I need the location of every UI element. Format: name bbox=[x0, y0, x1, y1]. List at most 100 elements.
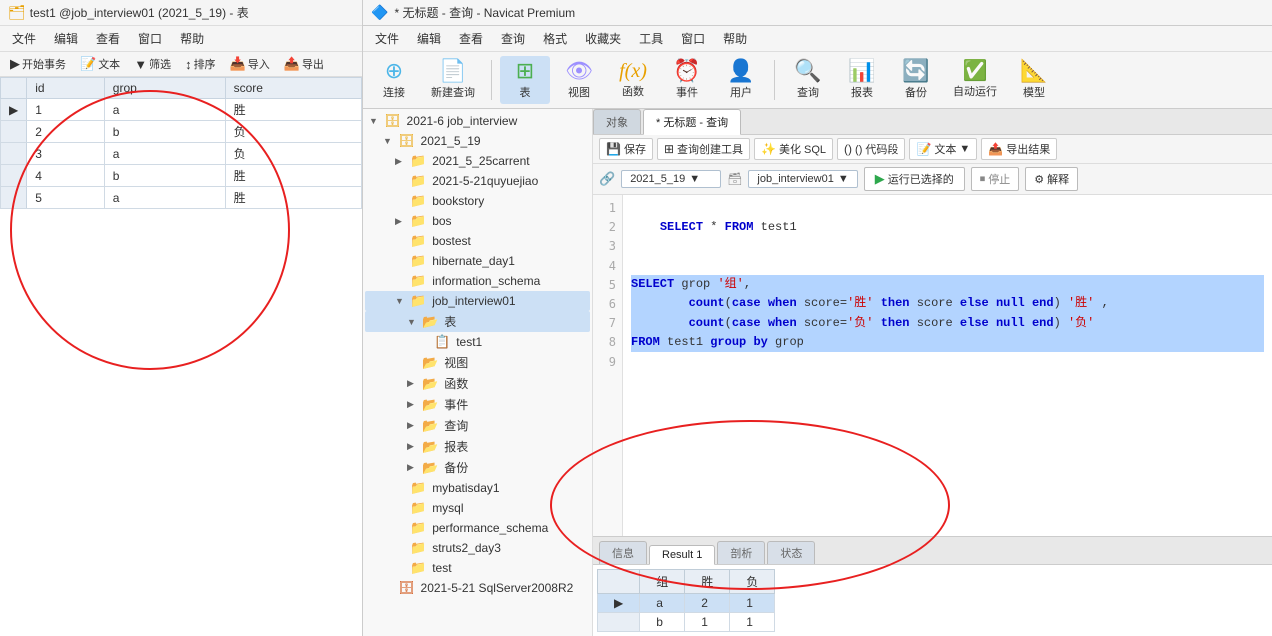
table-row[interactable]: b 1 1 bbox=[598, 613, 775, 632]
tab-object[interactable]: 对象 bbox=[593, 109, 641, 134]
toolbar-connect-btn[interactable]: ⊕ 连接 bbox=[369, 56, 419, 104]
result-col-lose[interactable]: 负 bbox=[730, 570, 775, 594]
tree-expander[interactable]: ▼ bbox=[383, 136, 395, 146]
tree-expander[interactable]: ▼ bbox=[395, 296, 407, 306]
result-col-win[interactable]: 胜 bbox=[685, 570, 730, 594]
cell-score[interactable]: 负 bbox=[225, 121, 361, 143]
nav-menu-query[interactable]: 查询 bbox=[493, 28, 533, 49]
cell-grop[interactable]: a bbox=[104, 187, 225, 209]
cell-score[interactable]: 负 bbox=[225, 143, 361, 165]
sort-btn[interactable]: ↕ 排序 bbox=[179, 54, 222, 74]
cell-id[interactable]: 4 bbox=[27, 165, 105, 187]
tree-expander[interactable]: ▼ bbox=[407, 317, 419, 327]
toolbar-view-btn[interactable]: 👁 视图 bbox=[554, 56, 604, 104]
tab-query[interactable]: * 无标题 - 查询 bbox=[643, 109, 741, 135]
left-menu-view[interactable]: 查看 bbox=[88, 28, 128, 49]
toolbar-autorun-btn[interactable]: ✅ 自动运行 bbox=[945, 57, 1005, 103]
table-row[interactable]: ▶ 1 a 胜 bbox=[1, 99, 362, 121]
tree-expander[interactable]: ▶ bbox=[395, 156, 407, 167]
cell-id[interactable]: 1 bbox=[27, 99, 105, 121]
cell-score[interactable]: 胜 bbox=[225, 99, 361, 121]
result-tab-result1[interactable]: Result 1 bbox=[649, 545, 715, 565]
table-row[interactable]: 5 a 胜 bbox=[1, 187, 362, 209]
col-header-grop[interactable]: grop bbox=[104, 78, 225, 99]
beautify-sql-btn[interactable]: ✨ 美化 SQL bbox=[754, 138, 833, 160]
table-row[interactable]: ▶ a 2 1 bbox=[598, 594, 775, 613]
sidebar-item[interactable]: ▼🗄2021_5_19 bbox=[365, 131, 590, 151]
cell-id[interactable]: 5 bbox=[27, 187, 105, 209]
cell-group[interactable]: a bbox=[640, 594, 685, 613]
toolbar-new-query-btn[interactable]: 📄 新建查询 bbox=[423, 56, 483, 104]
result-col-group[interactable]: 组 bbox=[640, 570, 685, 594]
sidebar-item[interactable]: ▶📂事件 bbox=[365, 394, 590, 415]
left-menu-edit[interactable]: 编辑 bbox=[46, 28, 86, 49]
toolbar-table-btn[interactable]: ⊞ 表 bbox=[500, 56, 550, 104]
run-selected-btn[interactable]: ▶ 运行已选择的 bbox=[864, 167, 965, 191]
sidebar-item[interactable]: 📁bookstory bbox=[365, 191, 590, 211]
toolbar-backup-btn[interactable]: 🔄 备份 bbox=[891, 56, 941, 104]
tree-expander[interactable]: ▼ bbox=[369, 116, 381, 126]
filter-btn[interactable]: ▼ 筛选 bbox=[128, 54, 177, 74]
result-tab-profile[interactable]: 剖析 bbox=[717, 541, 765, 564]
left-menu-file[interactable]: 文件 bbox=[4, 28, 44, 49]
toolbar-model-btn[interactable]: 📐 模型 bbox=[1009, 56, 1059, 104]
result-tab-status[interactable]: 状态 bbox=[767, 541, 815, 564]
sidebar-item[interactable]: 📁struts2_day3 bbox=[365, 538, 590, 558]
begin-transaction-btn[interactable]: ▶ 开始事务 bbox=[4, 54, 72, 74]
nav-menu-window[interactable]: 窗口 bbox=[673, 28, 713, 49]
left-menu-window[interactable]: 窗口 bbox=[130, 28, 170, 49]
col-header-id[interactable]: id bbox=[27, 78, 105, 99]
export-btn[interactable]: 📤 导出 bbox=[278, 54, 330, 74]
sidebar-item[interactable]: ▶📁bos bbox=[365, 211, 590, 231]
sidebar-item[interactable]: 📁information_schema bbox=[365, 271, 590, 291]
sidebar-item[interactable]: 📁performance_schema bbox=[365, 518, 590, 538]
code-editor[interactable]: 123456789 SELECT * FROM test1SELECT grop… bbox=[593, 195, 1272, 536]
sidebar-item[interactable]: 📁bostest bbox=[365, 231, 590, 251]
cell-group[interactable]: b bbox=[640, 613, 685, 632]
toolbar-event-btn[interactable]: ⏰ 事件 bbox=[662, 56, 712, 104]
cell-score[interactable]: 胜 bbox=[225, 187, 361, 209]
cell-win[interactable]: 2 bbox=[685, 594, 730, 613]
nav-menu-help[interactable]: 帮助 bbox=[715, 28, 755, 49]
tree-expander[interactable]: ▶ bbox=[407, 420, 419, 431]
toolbar-report-btn[interactable]: 📊 报表 bbox=[837, 56, 887, 104]
cell-lose[interactable]: 1 bbox=[730, 594, 775, 613]
sidebar-item[interactable]: 📁hibernate_day1 bbox=[365, 251, 590, 271]
sidebar-item[interactable]: ▼📂表 bbox=[365, 311, 590, 332]
sidebar-item[interactable]: ▶📁2021_5_25carrent bbox=[365, 151, 590, 171]
nav-menu-view[interactable]: 查看 bbox=[451, 28, 491, 49]
nav-menu-tools[interactable]: 工具 bbox=[631, 28, 671, 49]
nav-menu-favorites[interactable]: 收藏夹 bbox=[577, 28, 629, 49]
toolbar-query-btn[interactable]: 🔍 查询 bbox=[783, 56, 833, 104]
col-header-score[interactable]: score bbox=[225, 78, 361, 99]
cell-grop[interactable]: a bbox=[104, 99, 225, 121]
save-btn[interactable]: 💾 保存 bbox=[599, 138, 653, 160]
toolbar-user-btn[interactable]: 👤 用户 bbox=[716, 56, 766, 104]
sidebar-item[interactable]: ▶📂查询 bbox=[365, 415, 590, 436]
explain-btn[interactable]: ⚙ 解释 bbox=[1025, 167, 1078, 191]
code-snippet-btn[interactable]: () () 代码段 bbox=[837, 138, 905, 160]
nav-menu-file[interactable]: 文件 bbox=[367, 28, 407, 49]
sidebar-item[interactable]: 📋test1 bbox=[365, 332, 590, 352]
tree-expander[interactable]: ▶ bbox=[395, 216, 407, 227]
cell-grop[interactable]: b bbox=[104, 121, 225, 143]
toolbar-func-btn[interactable]: f(x) 函数 bbox=[608, 57, 658, 103]
db2-dropdown[interactable]: job_interview01 ▼ bbox=[748, 170, 857, 188]
query-builder-btn[interactable]: ⊞ 查询创建工具 bbox=[657, 138, 750, 160]
cell-id[interactable]: 3 bbox=[27, 143, 105, 165]
cell-lose[interactable]: 1 bbox=[730, 613, 775, 632]
code-content[interactable]: SELECT * FROM test1SELECT grop '组', coun… bbox=[623, 195, 1272, 536]
cell-id[interactable]: 2 bbox=[27, 121, 105, 143]
tree-expander[interactable]: ▶ bbox=[407, 378, 419, 389]
tree-expander[interactable]: ▶ bbox=[407, 399, 419, 410]
tree-expander[interactable]: ▶ bbox=[407, 462, 419, 473]
table-row[interactable]: 4 b 胜 bbox=[1, 165, 362, 187]
cell-grop[interactable]: a bbox=[104, 143, 225, 165]
sidebar-item[interactable]: 🗄2021-5-21 SqlServer2008R2 bbox=[365, 578, 590, 598]
sidebar-item[interactable]: 📁test bbox=[365, 558, 590, 578]
tree-expander[interactable]: ▶ bbox=[407, 441, 419, 452]
sidebar-item[interactable]: 📂视图 bbox=[365, 352, 590, 373]
sidebar-item[interactable]: 📁mysql bbox=[365, 498, 590, 518]
cell-score[interactable]: 胜 bbox=[225, 165, 361, 187]
table-row[interactable]: 3 a 负 bbox=[1, 143, 362, 165]
